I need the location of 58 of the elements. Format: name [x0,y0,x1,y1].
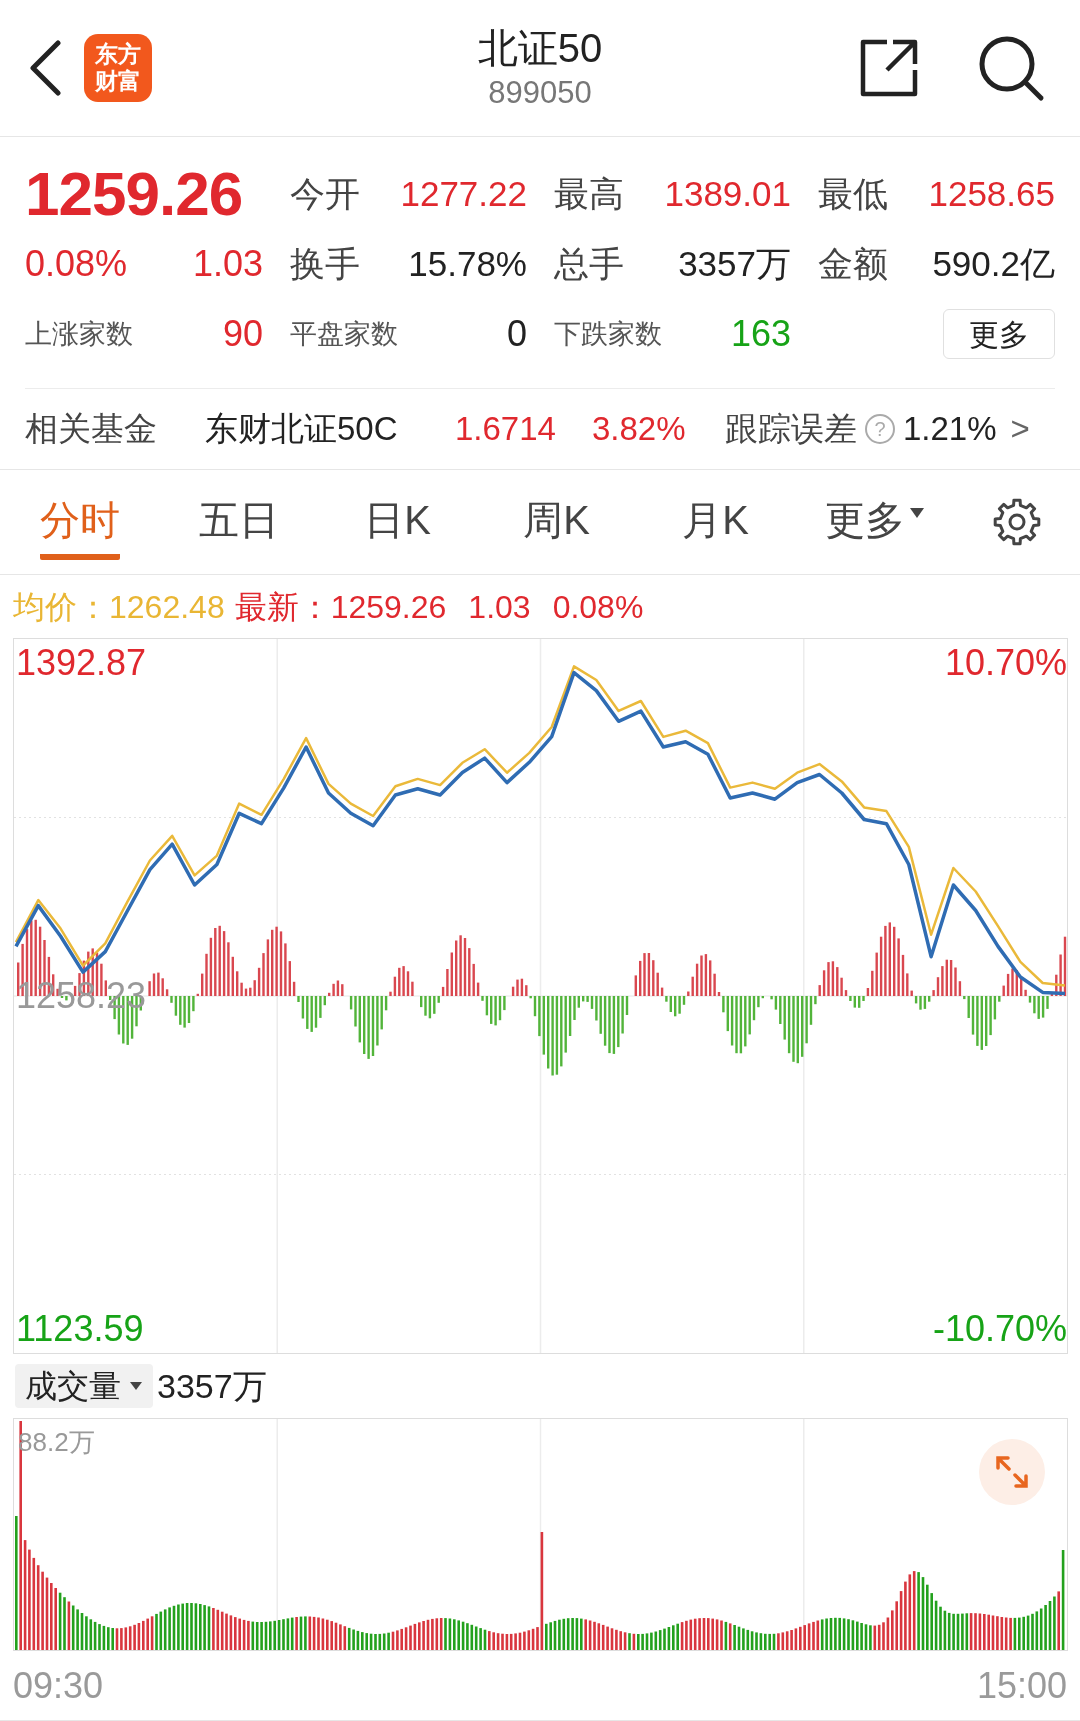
chevron-icon[interactable]: > [1010,404,1030,454]
tracking-error-value: 1.21% [903,409,997,450]
back-icon[interactable] [28,40,62,96]
last-price: 1259.26 [25,163,244,225]
change-percent: 0.08% [25,242,128,286]
indicator-dropdown[interactable]: 成交量 [15,1364,153,1408]
stat-label: 总手 [554,242,624,285]
stock-code: 899050 [488,74,592,112]
stat-value: 1277.22 [400,172,527,215]
stat-value: 590.2亿 [932,242,1055,285]
tab[interactable]: 月K [682,496,749,560]
axis-label: 1392.87 [16,641,147,685]
stat-label: 最高 [554,172,624,215]
latest-price-label: 最新： [234,587,331,627]
stat-value: 163 [730,312,791,356]
latest-change: 1.03 [468,587,531,627]
tracking-error-label: 跟踪误差 [725,409,857,450]
fund-change: 3.82% [592,409,687,450]
stat-label: 最低 [818,172,888,215]
latest-change-percent: 0.08% [552,587,644,627]
time-label: 15:00 [976,1663,1067,1708]
more-button[interactable]: 更多 [943,309,1055,359]
stat-value: 15.78% [408,242,527,285]
fund-label: 相关基金 [25,409,158,450]
time-label: 09:30 [13,1663,104,1708]
average-price-label: 均价： [13,587,109,627]
expand-icon [995,1455,1029,1489]
axis-label: 1123.59 [16,1307,144,1351]
stat-label: 平盘家数 [290,317,398,351]
stat-value: 1258.65 [928,172,1055,215]
stat-label: 上涨家数 [25,317,133,351]
fund-name[interactable]: 东财北证50C [205,404,455,454]
change-amount: 1.03 [192,242,263,286]
stat-value: 3357万 [678,242,791,285]
stat-label: 下跌家数 [554,317,662,351]
average-price-value: 1262.48 [109,587,225,627]
tab[interactable]: 更多 [824,496,925,560]
stat-value: 1389.01 [664,172,791,215]
stat-value: 90 [222,312,263,356]
stat-label: 金额 [818,242,888,285]
stat-value: 0 [506,312,527,356]
tab[interactable]: 分时 [39,496,120,560]
logo: 东方 财富 [84,34,152,102]
fund-price: 1.6714 [455,409,557,450]
axis-label: -10.70% [932,1307,1067,1351]
tab[interactable]: 五日 [198,496,279,560]
caret-icon [129,1381,143,1391]
latest-price-value: 1259.26 [330,587,447,627]
page-title: 北证50 [477,25,603,72]
volume-total: 3357万 [157,1365,267,1407]
tab[interactable]: 周K [523,496,590,560]
axis-label: 10.70% [944,641,1067,685]
settings-icon[interactable] [993,498,1041,546]
tab[interactable]: 日K [364,496,431,560]
search-icon[interactable] [977,34,1045,102]
stat-label: 今开 [290,172,360,215]
stat-label: 换手 [290,242,360,285]
share-icon[interactable] [859,38,919,98]
